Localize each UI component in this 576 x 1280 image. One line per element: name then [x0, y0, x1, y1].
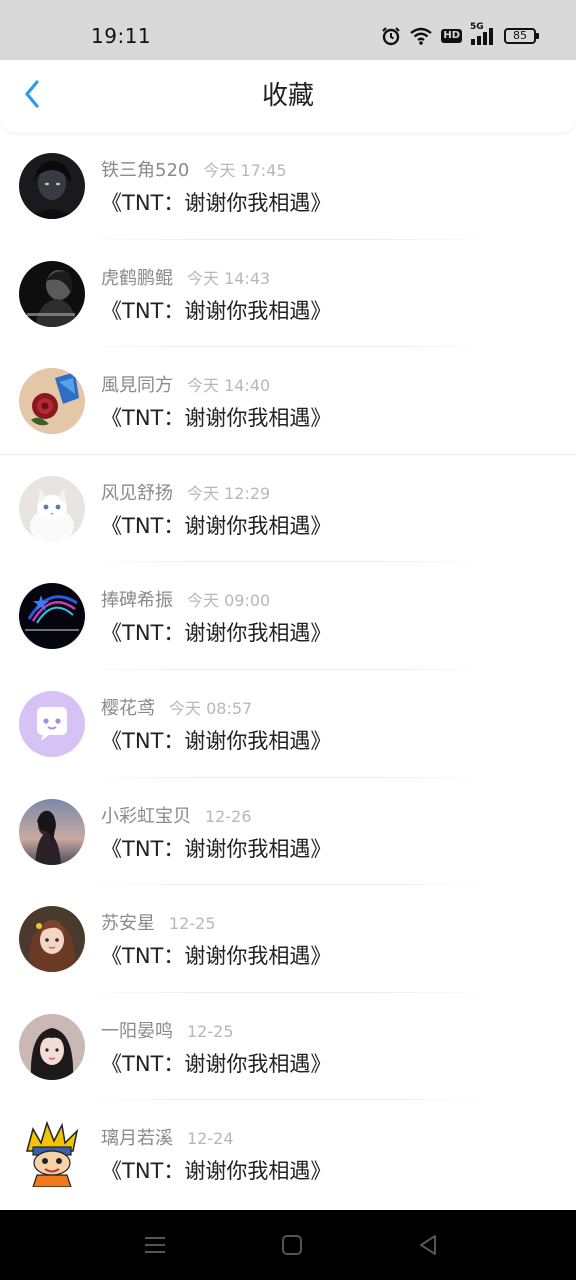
item-meta: 苏安星 12-25	[101, 912, 216, 936]
avatar[interactable]	[19, 153, 85, 219]
status-time: 19:11	[91, 24, 152, 48]
item-content[interactable]: 《TNT：谢谢你我相遇》	[101, 297, 331, 325]
item-time: 今天 09:00	[187, 591, 271, 611]
item-meta: 风见舒扬 今天 12:29	[101, 482, 270, 506]
list-item[interactable]: 一阳晏鸣 12-25 《TNT：谢谢你我相遇》	[0, 993, 576, 1101]
list-item[interactable]: 铁三角520 今天 17:45 《TNT：谢谢你我相遇》	[0, 132, 576, 240]
item-content[interactable]: 《TNT：谢谢你我相遇》	[101, 942, 331, 970]
item-time: 今天 08:57	[169, 698, 253, 718]
item-time: 12-25	[169, 914, 216, 934]
back-triangle-icon[interactable]	[415, 1233, 441, 1257]
nav-bar	[0, 1210, 576, 1280]
menu-icon[interactable]	[142, 1233, 168, 1257]
battery-icon: 85	[504, 28, 539, 44]
status-bar: 19:11 HD 5G 85	[0, 0, 576, 60]
user-name[interactable]: 樱花鸢	[101, 698, 155, 719]
user-name[interactable]: 風見同方	[101, 375, 173, 396]
avatar[interactable]	[19, 1121, 85, 1188]
list-item[interactable]: 虎鹤鹏鲲 今天 14:43 《TNT：谢谢你我相遇》	[0, 240, 576, 348]
alarm-icon	[381, 26, 401, 46]
user-name[interactable]: 虎鹤鹏鲲	[101, 268, 173, 289]
user-name[interactable]: 小彩虹宝贝	[101, 806, 191, 827]
avatar[interactable]	[19, 690, 85, 757]
item-content[interactable]: 《TNT：谢谢你我相遇》	[101, 404, 331, 432]
list-item[interactable]: 小彩虹宝贝 12-26 《TNT：谢谢你我相遇》	[0, 778, 576, 886]
item-content[interactable]: 《TNT：谢谢你我相遇》	[101, 512, 331, 540]
item-meta: 铁三角520 今天 17:45	[101, 159, 287, 183]
item-meta: 一阳晏鸣 12-25	[101, 1020, 234, 1044]
avatar[interactable]	[19, 260, 85, 327]
item-time: 今天 12:29	[187, 483, 271, 503]
list-item[interactable]: 苏安星 12-25 《TNT：谢谢你我相遇》	[0, 885, 576, 993]
item-time: 12-25	[187, 1021, 234, 1041]
item-content[interactable]: 《TNT：谢谢你我相遇》	[101, 835, 331, 863]
list-item[interactable]: 樱花鸢 今天 08:57 《TNT：谢谢你我相遇》	[0, 670, 576, 778]
item-content[interactable]: 《TNT：谢谢你我相遇》	[101, 1157, 331, 1185]
avatar[interactable]	[19, 583, 85, 650]
avatar[interactable]	[19, 906, 85, 973]
item-meta: 樱花鸢 今天 08:57	[101, 697, 252, 721]
user-name[interactable]: 苏安星	[101, 913, 155, 934]
avatar[interactable]	[19, 475, 85, 542]
avatar[interactable]	[19, 1013, 85, 1080]
item-content[interactable]: 《TNT：谢谢你我相遇》	[101, 1050, 331, 1078]
user-name[interactable]: 璃月若溪	[101, 1128, 173, 1149]
list-item[interactable]: 風見同方 今天 14:40 《TNT：谢谢你我相遇》	[0, 347, 576, 455]
item-meta: 小彩虹宝贝 12-26	[101, 805, 252, 829]
item-meta: 虎鹤鹏鲲 今天 14:43	[101, 267, 270, 291]
list-item[interactable]: 风见舒扬 今天 12:29 《TNT：谢谢你我相遇》	[0, 455, 576, 563]
user-name[interactable]: 风见舒扬	[101, 483, 173, 504]
page-title: 收藏	[261, 81, 314, 111]
favorites-list: 铁三角520 今天 17:45 《TNT：谢谢你我相遇》 虎鹤鹏鲲 今天 14:43…	[0, 132, 576, 1208]
item-time: 今天 17:45	[203, 161, 287, 180]
wifi-icon	[409, 26, 433, 46]
item-content[interactable]: 《TNT：谢谢你我相遇》	[101, 619, 331, 647]
signal-5g-icon: 5G	[470, 22, 496, 46]
item-content[interactable]: 《TNT：谢谢你我相遇》	[101, 727, 331, 755]
user-name[interactable]: 铁三角520	[101, 160, 189, 181]
hd-icon: HD	[441, 29, 462, 43]
list-item[interactable]: 璃月若溪 12-24 《TNT：谢谢你我相遇》	[0, 1100, 576, 1208]
home-icon[interactable]	[279, 1233, 305, 1257]
user-name[interactable]: 捧碑希振	[101, 590, 173, 611]
status-icons: HD 5G 85	[381, 22, 539, 48]
user-name[interactable]: 一阳晏鸣	[101, 1021, 173, 1042]
avatar[interactable]	[19, 798, 85, 865]
item-time: 今天 14:43	[187, 268, 271, 288]
battery-level: 85	[513, 29, 527, 42]
item-time: 12-24	[187, 1129, 234, 1149]
item-meta: 捧碑希振 今天 09:00	[101, 589, 270, 613]
avatar[interactable]	[19, 368, 85, 435]
item-meta: 風見同方 今天 14:40	[101, 374, 270, 398]
item-time: 今天 14:40	[187, 376, 271, 396]
item-time: 12-26	[205, 806, 252, 826]
header: 收藏	[0, 60, 576, 132]
list-item[interactable]: 捧碑希振 今天 09:00 《TNT：谢谢你我相遇》	[0, 562, 576, 670]
item-content[interactable]: 《TNT：谢谢你我相遇》	[101, 189, 331, 217]
item-meta: 璃月若溪 12-24	[101, 1127, 234, 1151]
network-label: 5G	[470, 22, 484, 32]
